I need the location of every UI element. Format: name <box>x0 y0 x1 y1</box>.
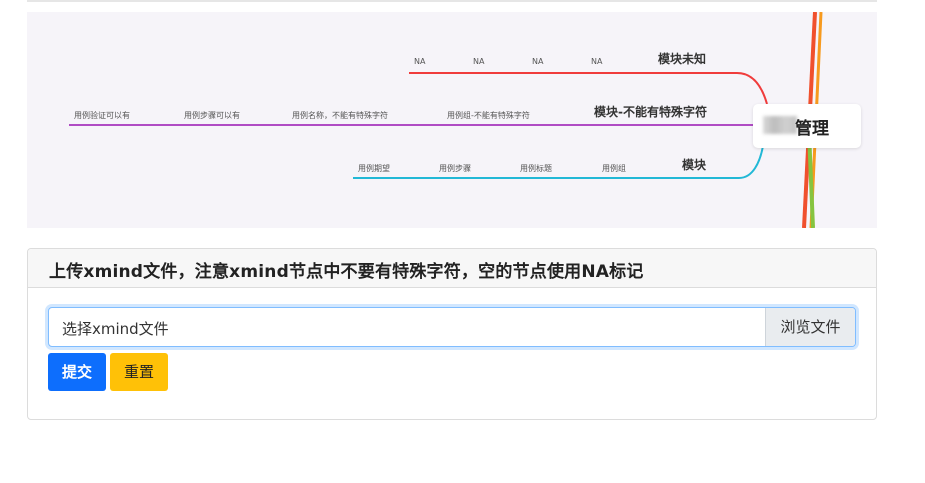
mindmap-root-node: 管理 <box>753 104 861 148</box>
leaf-na-3: NA <box>532 57 544 66</box>
file-input[interactable]: 选择xmind文件 浏览文件 <box>48 307 856 347</box>
leaf-name: 用例名称，不能有特殊字符 <box>292 111 388 120</box>
upload-instructions: 上传xmind文件，注意xmind节点中不要有特殊字符，空的节点使用NA标记 <box>49 262 644 282</box>
root-node-label: 管理 <box>795 119 829 139</box>
leaf-na-2: NA <box>473 57 485 66</box>
file-input-placeholder: 选择xmind文件 <box>62 320 169 338</box>
branch-title-no-special-chars: 模块-不能有特殊字符 <box>594 105 707 119</box>
leaf-na-4: NA <box>591 57 603 66</box>
leaf-group: 用例组-不能有特殊字符 <box>447 111 530 120</box>
reset-button[interactable]: 重置 <box>110 353 168 391</box>
leaf-case-steps: 用例步骤 <box>439 164 471 173</box>
mindmap-preview: 模块未知 NA NA NA NA 模块-不能有特殊字符 用例验证可以有 用例步骤… <box>27 12 877 228</box>
upload-card-header: 上传xmind文件，注意xmind节点中不要有特殊字符，空的节点使用NA标记 <box>28 249 876 288</box>
branch-title-unknown: 模块未知 <box>658 52 707 66</box>
browse-file-button[interactable]: 浏览文件 <box>765 308 855 346</box>
branch-title-module: 模块 <box>682 158 707 172</box>
leaf-expect: 用例期望 <box>358 164 390 173</box>
leaf-verify: 用例验证可以有 <box>74 111 130 120</box>
upload-card: 上传xmind文件，注意xmind节点中不要有特殊字符，空的节点使用NA标记 选… <box>27 248 877 420</box>
leaf-steps: 用例步骤可以有 <box>184 111 240 120</box>
leaf-case-group: 用例组 <box>602 164 626 173</box>
submit-button[interactable]: 提交 <box>48 353 106 391</box>
leaf-na-1: NA <box>414 57 426 66</box>
redacted-text <box>763 116 797 134</box>
leaf-case-title: 用例标题 <box>520 164 552 173</box>
top-divider <box>27 0 877 2</box>
